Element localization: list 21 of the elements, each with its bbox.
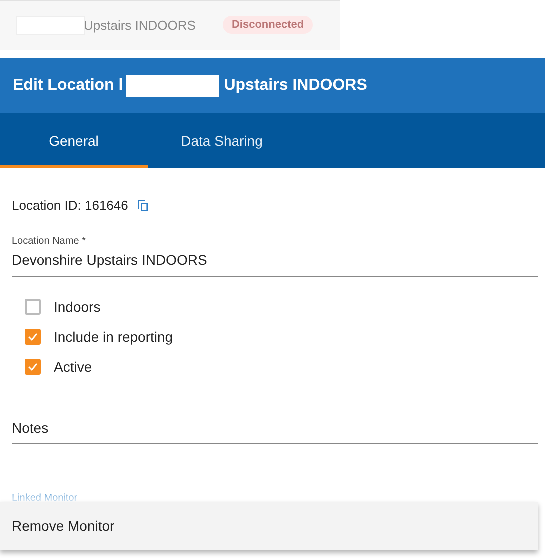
checkbox[interactable]: [25, 359, 41, 375]
location-name-field[interactable]: Devonshire Upstairs INDOORS: [12, 247, 538, 277]
dialog-title: Upstairs INDOORS: [224, 76, 368, 94]
dialog-title: Edit Location l: [13, 76, 124, 94]
check-icon: [28, 333, 38, 341]
location-id: Location ID: 161646: [12, 198, 128, 213]
field-label: Linked Monitor: [12, 493, 78, 504]
copy-icon[interactable]: [137, 199, 150, 212]
status-badge: Disconnected: [222, 16, 314, 34]
tab[interactable]: Data Sharing: [148, 113, 296, 168]
checkbox-label: Include in reporting: [54, 329, 174, 345]
notes-field[interactable]: Notes: [12, 420, 538, 444]
location-name: Upstairs INDOORS: [84, 18, 196, 32]
menu-item[interactable]: Remove Monitor: [0, 502, 538, 550]
checkbox-label: Active: [54, 359, 92, 375]
tab[interactable]: General: [0, 113, 148, 168]
checkbox-label: Indoors: [54, 299, 101, 315]
checkbox[interactable]: [25, 299, 41, 315]
field-label: Location Name *: [12, 236, 86, 247]
checkbox[interactable]: [25, 329, 41, 345]
check-icon: [28, 363, 38, 371]
